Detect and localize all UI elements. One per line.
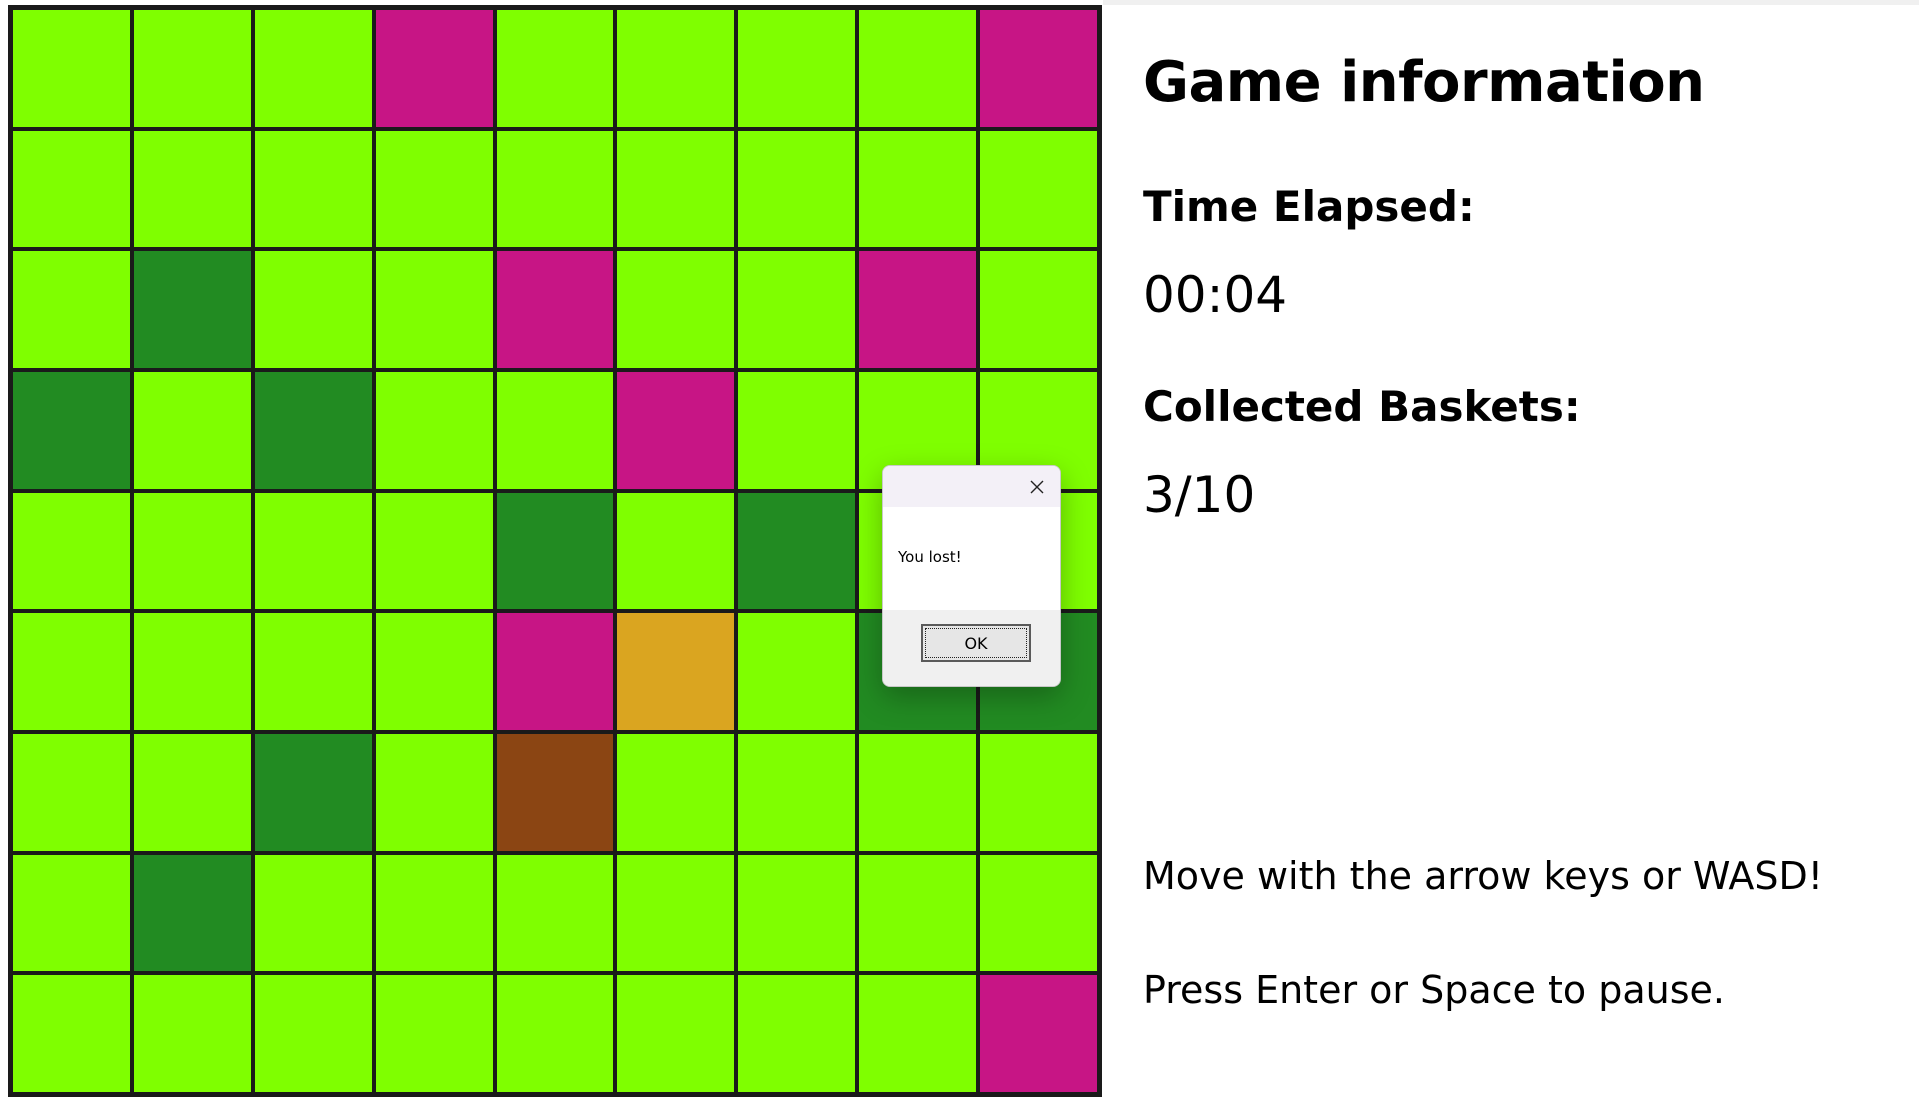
board-cell-grass — [615, 128, 737, 250]
board-cell-pink — [494, 611, 616, 732]
board-cell-grass — [11, 490, 132, 612]
board-cell-grass — [252, 973, 374, 1094]
board-cell-pink — [978, 973, 1099, 1094]
board-cell-grass — [736, 973, 858, 1094]
board-cell-grass — [373, 369, 495, 491]
board-cell-grass — [736, 8, 858, 129]
board-cell-grass — [615, 852, 737, 974]
board-cell-grass — [494, 8, 616, 129]
board-cell-grass — [615, 731, 737, 853]
board-cell-grass — [615, 249, 737, 370]
board-cell-tree — [736, 490, 858, 612]
time-elapsed-label: Time Elapsed: — [1143, 182, 1475, 231]
board-cell-player — [615, 611, 737, 732]
board-cell-pink — [373, 8, 495, 129]
you-lost-dialog: You lost! OK — [882, 465, 1061, 687]
board-cell-pink — [857, 249, 979, 370]
board-cell-grass — [494, 852, 616, 974]
board-cell-tree — [494, 490, 616, 612]
board-cell-grass — [11, 128, 132, 250]
board-cell-grass — [857, 128, 979, 250]
board-cell-grass — [978, 731, 1099, 853]
board-cell-grass — [373, 731, 495, 853]
board-cell-grass — [11, 852, 132, 974]
board-cell-grass — [857, 973, 979, 1094]
board-cell-grass — [252, 852, 374, 974]
board-cell-grass — [615, 8, 737, 129]
board-cell-grass — [857, 8, 979, 129]
board-cell-grass — [252, 490, 374, 612]
board-cell-grass — [736, 369, 858, 491]
board-cell-grass — [736, 128, 858, 250]
collected-baskets-value: 3/10 — [1143, 466, 1256, 524]
board-cell-grass — [857, 852, 979, 974]
collected-baskets-label: Collected Baskets: — [1143, 382, 1581, 431]
board-cell-grass — [131, 8, 253, 129]
board-cell-grass — [736, 249, 858, 370]
board-cell-grass — [252, 8, 374, 129]
close-icon[interactable] — [1014, 466, 1060, 507]
board-cell-grass — [736, 731, 858, 853]
board-cell-grass — [494, 973, 616, 1094]
board-cell-grass — [11, 973, 132, 1094]
close-icon-glyph — [1030, 480, 1044, 493]
board-cell-grass — [131, 611, 253, 732]
board-cell-grass — [978, 852, 1099, 974]
board-cell-grass — [131, 369, 253, 491]
move-instructions: Move with the arrow keys or WASD! — [1143, 854, 1824, 898]
info-title: Game information — [1143, 50, 1705, 115]
board-cell-grass — [373, 490, 495, 612]
board-cell-grass — [11, 8, 132, 129]
board-cell-grass — [373, 128, 495, 250]
board-cell-tree — [11, 369, 132, 491]
board-cell-grass — [131, 490, 253, 612]
board-cell-dirt — [494, 731, 616, 853]
board-cell-pink — [494, 249, 616, 370]
board-cell-grass — [131, 128, 253, 250]
board-cell-grass — [373, 852, 495, 974]
time-elapsed-value: 00:04 — [1143, 266, 1288, 324]
board-cell-pink — [978, 8, 1099, 129]
board-cell-grass — [373, 611, 495, 732]
game-info-panel: Game information Time Elapsed: 00:04 Col… — [1143, 0, 1903, 1097]
board-cell-grass — [252, 249, 374, 370]
dialog-message: You lost! — [898, 548, 962, 566]
board-cell-grass — [978, 249, 1099, 370]
ok-button[interactable]: OK — [921, 624, 1031, 662]
board-cell-grass — [131, 973, 253, 1094]
board-cell-tree — [252, 731, 374, 853]
board-cell-tree — [131, 249, 253, 370]
dialog-footer: OK — [883, 610, 1060, 686]
board-cell-grass — [736, 611, 858, 732]
board-cell-grass — [373, 973, 495, 1094]
board-cell-tree — [252, 369, 374, 491]
board-cell-grass — [11, 249, 132, 370]
board-cell-grass — [131, 731, 253, 853]
board-cell-grass — [736, 852, 858, 974]
board-cell-tree — [131, 852, 253, 974]
board-cell-grass — [11, 611, 132, 732]
dialog-body: You lost! — [883, 507, 1060, 609]
board-cell-grass — [494, 128, 616, 250]
dialog-titlebar — [883, 466, 1060, 507]
board-cell-pink — [615, 369, 737, 491]
board-cell-grass — [615, 490, 737, 612]
board-cell-grass — [252, 611, 374, 732]
board-cell-grass — [252, 128, 374, 250]
board-cell-grass — [11, 731, 132, 853]
board-cell-grass — [857, 731, 979, 853]
board-cell-grass — [494, 369, 616, 491]
pause-instructions: Press Enter or Space to pause. — [1143, 968, 1725, 1012]
board-cell-grass — [978, 128, 1099, 250]
board-cell-grass — [373, 249, 495, 370]
board-cell-grass — [615, 973, 737, 1094]
